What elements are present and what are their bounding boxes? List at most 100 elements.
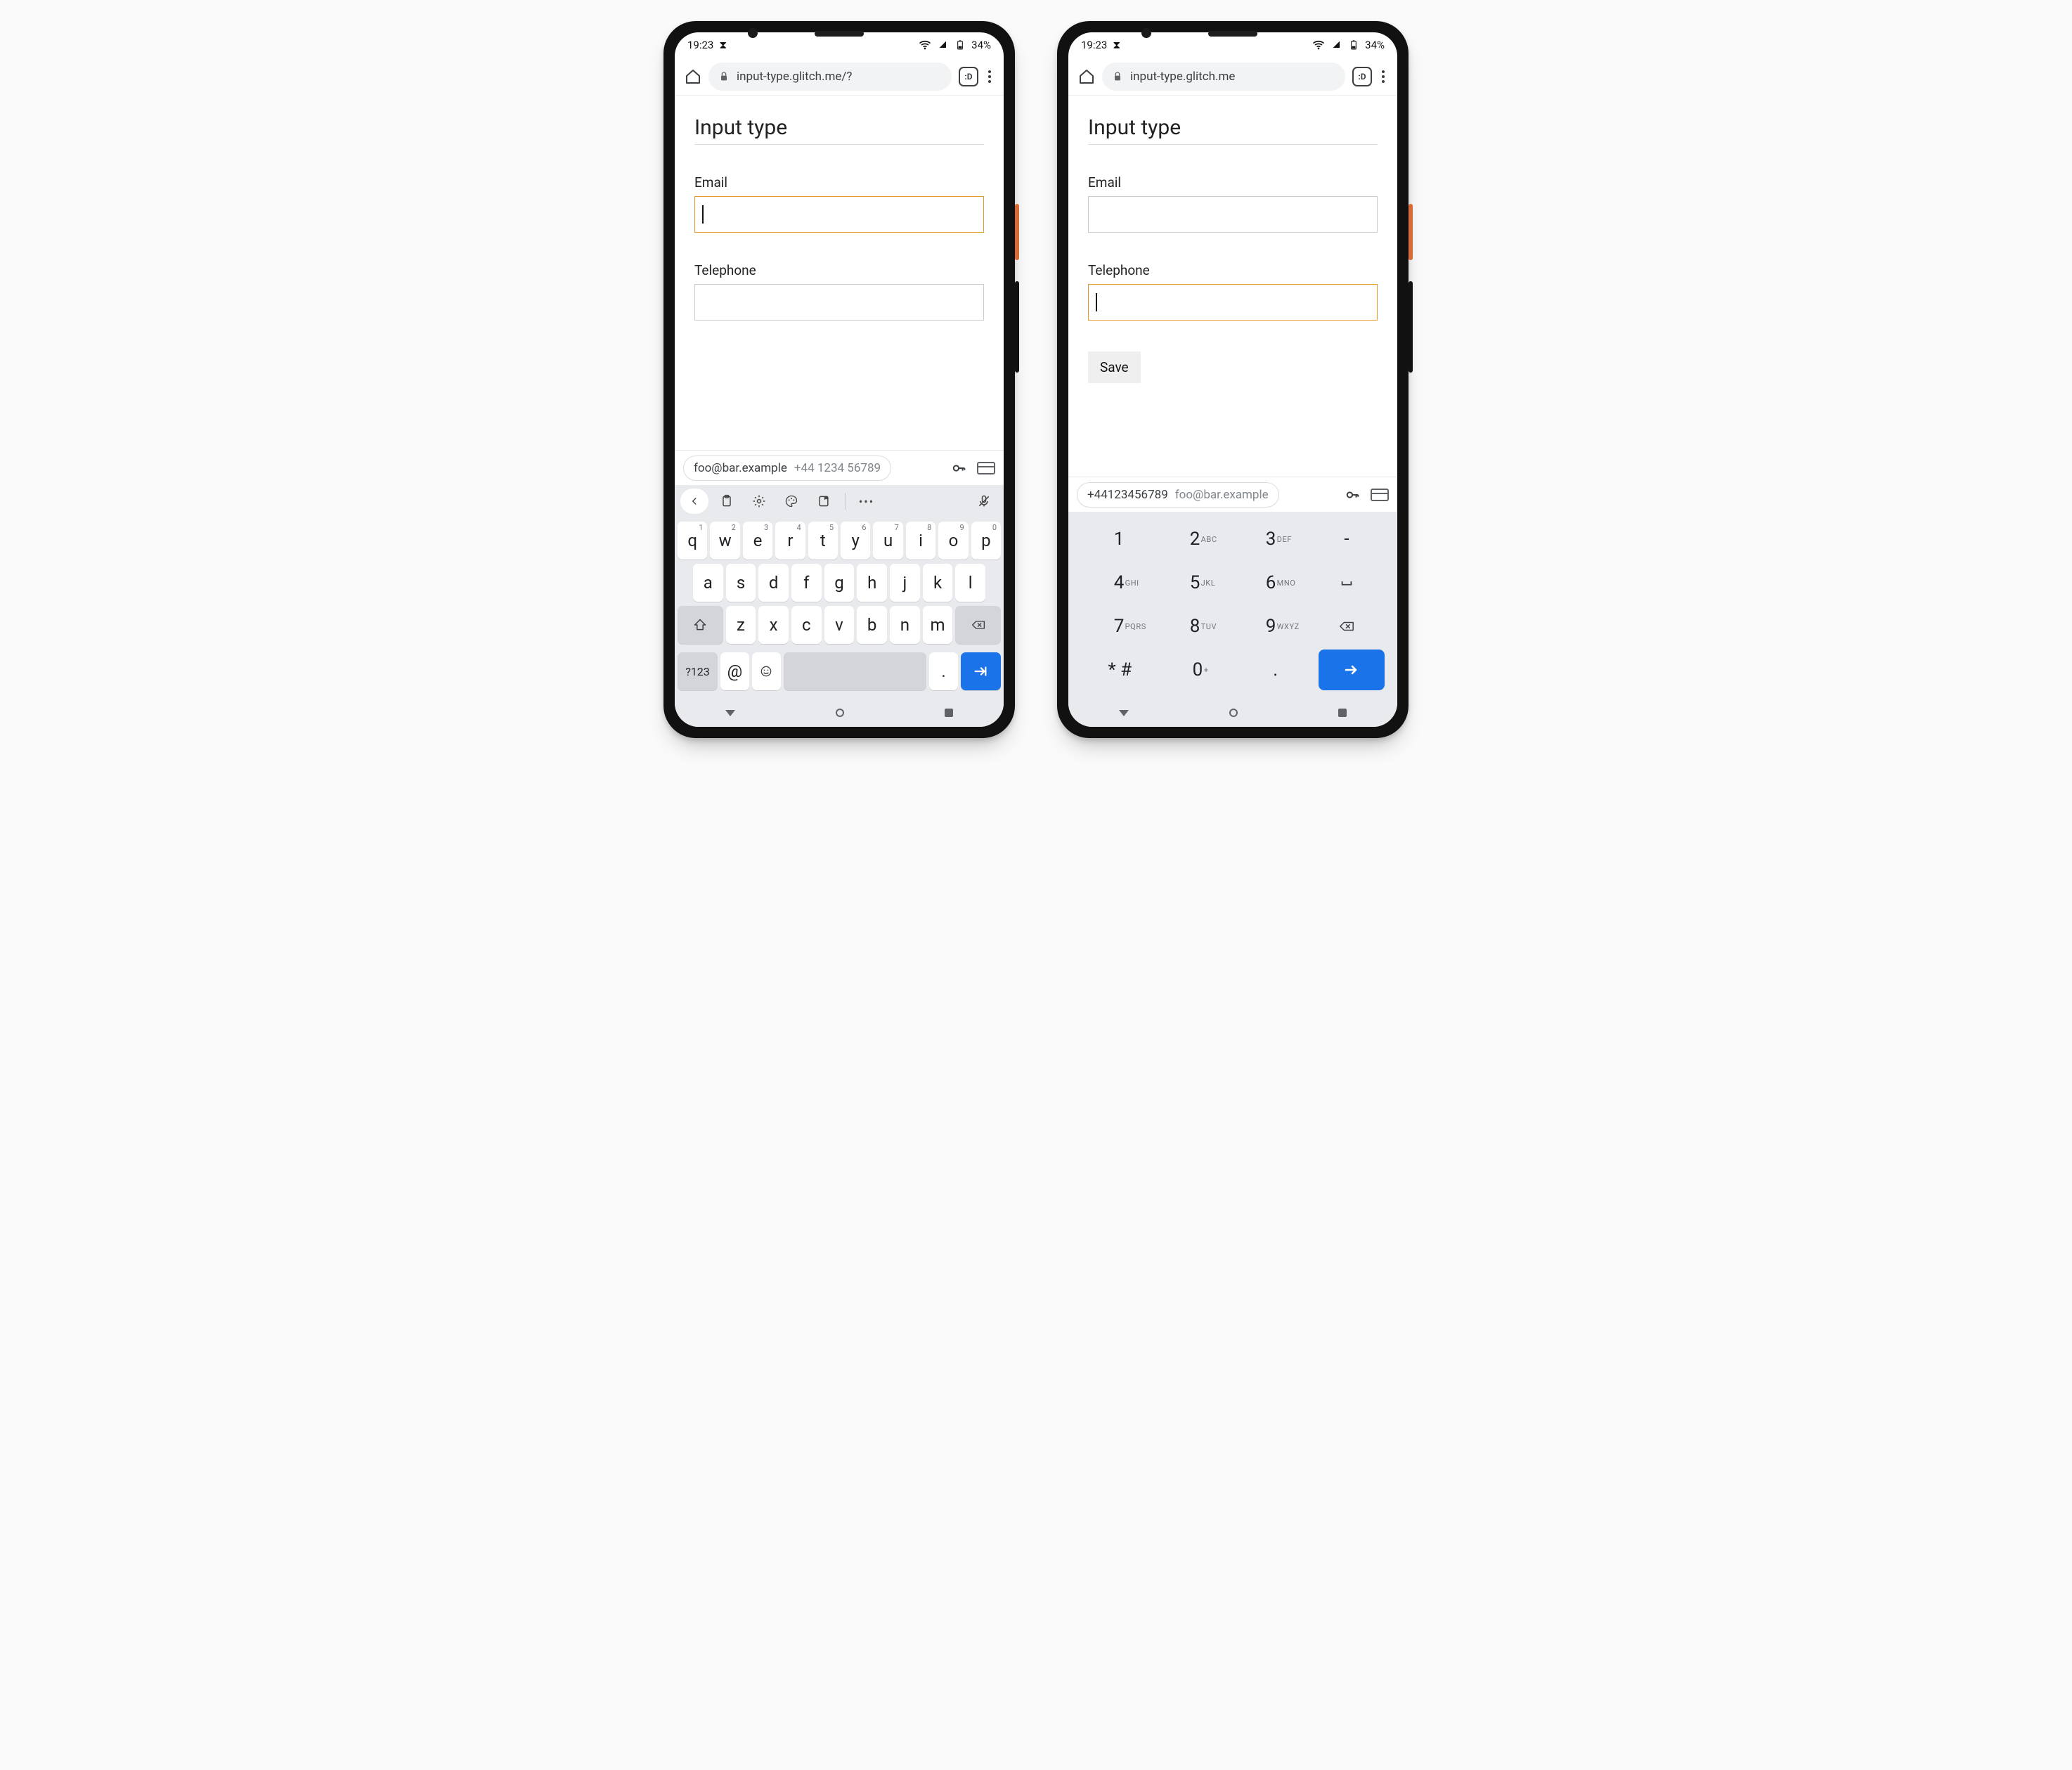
space-key[interactable] [784, 652, 927, 690]
key-t[interactable]: t5 [808, 522, 838, 560]
key-k[interactable]: k [923, 564, 953, 602]
key-r[interactable]: r4 [775, 522, 805, 560]
credit-card-icon[interactable] [1371, 489, 1389, 501]
key-s[interactable]: s [726, 564, 756, 602]
space-key[interactable] [1309, 562, 1385, 603]
chip-secondary: foo@bar.example [1175, 488, 1269, 502]
telephone-label: Telephone [694, 262, 984, 278]
save-button[interactable]: Save [1088, 351, 1141, 383]
chip-primary: +44123456789 [1087, 488, 1168, 502]
autofill-chip[interactable]: +44123456789 foo@bar.example [1077, 482, 1279, 508]
key-p[interactable]: p0 [971, 522, 1001, 560]
key-j[interactable]: j [890, 564, 920, 602]
overflow-menu-icon[interactable] [985, 67, 994, 86]
key-0[interactable]: 0+ [1159, 650, 1237, 690]
key-f[interactable]: f [791, 564, 822, 602]
enter-key[interactable] [1319, 650, 1385, 690]
key-n[interactable]: n [890, 606, 920, 644]
key-9[interactable]: 9WXYZ [1233, 606, 1309, 647]
nav-back-icon[interactable] [725, 710, 735, 716]
phone-right: 19:23 ⧗ 34% input-type.glitch.me :D Inpu… [1057, 21, 1409, 738]
nav-recent-icon[interactable] [945, 709, 953, 717]
key-v[interactable]: v [824, 606, 855, 644]
mic-off-icon[interactable] [970, 489, 998, 514]
telephone-field[interactable] [694, 284, 984, 321]
key-u[interactable]: u7 [873, 522, 902, 560]
battery-text: 34% [1365, 39, 1385, 51]
autofill-chip[interactable]: foo@bar.example +44 1234 56789 [683, 456, 891, 481]
key-c[interactable]: c [791, 606, 822, 644]
nav-back-icon[interactable] [1119, 710, 1129, 716]
key-o[interactable]: o9 [938, 522, 968, 560]
at-key[interactable]: @ [720, 652, 749, 690]
enter-key[interactable] [961, 652, 1001, 690]
gear-icon[interactable] [745, 489, 773, 514]
lock-icon [1112, 71, 1123, 82]
chip-primary: foo@bar.example [694, 461, 787, 475]
key-[interactable]: * # [1081, 650, 1159, 690]
web-page: Input type Email Telephone [675, 96, 1004, 450]
key-5[interactable]: 5JKL [1157, 562, 1233, 603]
key-8[interactable]: 8TUV [1157, 606, 1233, 647]
palette-icon[interactable] [777, 489, 805, 514]
symbols-key[interactable]: ?123 [678, 652, 718, 690]
tab-switcher-button[interactable]: :D [1352, 67, 1372, 86]
key-[interactable]: . [1236, 650, 1314, 690]
key-1[interactable]: 1 [1081, 519, 1157, 560]
key-d[interactable]: d [758, 564, 789, 602]
key-icon[interactable] [1344, 487, 1362, 503]
telephone-field[interactable] [1088, 284, 1378, 321]
credit-card-icon[interactable] [977, 462, 995, 474]
android-navbar [675, 699, 1004, 727]
key-3[interactable]: 3DEF [1233, 519, 1309, 560]
backspace-key[interactable] [1309, 606, 1385, 647]
shift-key[interactable] [678, 606, 723, 644]
key-4[interactable]: 4GHI [1081, 562, 1157, 603]
email-field[interactable] [1088, 196, 1378, 233]
backspace-key[interactable] [955, 606, 1001, 644]
key-icon[interactable] [950, 460, 969, 476]
key-g[interactable]: g [824, 564, 855, 602]
key-6[interactable]: 6MNO [1233, 562, 1309, 603]
key-y[interactable]: y6 [841, 522, 870, 560]
wifi-icon [918, 38, 932, 52]
key-w[interactable]: w2 [710, 522, 739, 560]
battery-icon [1348, 38, 1359, 52]
home-icon[interactable] [1078, 68, 1095, 85]
key-q[interactable]: q1 [678, 522, 707, 560]
key-7[interactable]: 7PQRS [1081, 606, 1157, 647]
page-title: Input type [694, 115, 984, 145]
clipboard-icon[interactable] [713, 489, 741, 514]
period-key[interactable]: . [929, 652, 958, 690]
address-bar[interactable]: input-type.glitch.me/? [708, 63, 952, 91]
browser-toolbar: input-type.glitch.me/? :D [675, 58, 1004, 96]
nav-home-icon[interactable] [1229, 709, 1238, 717]
url-text: input-type.glitch.me/? [737, 70, 852, 84]
phone-left: 19:23 ⧗ 34% input-type.glitch.me/? :D In… [663, 21, 1015, 738]
more-icon[interactable]: ••• [853, 489, 881, 514]
key-e[interactable]: e3 [743, 522, 772, 560]
key-2[interactable]: 2ABC [1157, 519, 1233, 560]
emoji-key[interactable] [752, 652, 781, 690]
key-z[interactable]: z [726, 606, 756, 644]
key-[interactable]: - [1309, 519, 1385, 560]
home-icon[interactable] [685, 68, 701, 85]
email-field[interactable] [694, 196, 984, 233]
browser-toolbar: input-type.glitch.me :D [1068, 58, 1397, 96]
nav-home-icon[interactable] [836, 709, 844, 717]
sticker-icon[interactable] [810, 489, 838, 514]
lock-icon [718, 71, 730, 82]
key-h[interactable]: h [857, 564, 887, 602]
overflow-menu-icon[interactable] [1379, 67, 1387, 86]
status-time: 19:23 [687, 39, 713, 51]
key-b[interactable]: b [857, 606, 887, 644]
key-x[interactable]: x [758, 606, 789, 644]
nav-recent-icon[interactable] [1338, 709, 1347, 717]
key-a[interactable]: a [693, 564, 723, 602]
tab-switcher-button[interactable]: :D [959, 67, 978, 86]
key-i[interactable]: i8 [906, 522, 935, 560]
address-bar[interactable]: input-type.glitch.me [1102, 63, 1345, 91]
key-l[interactable]: l [955, 564, 985, 602]
kb-back-button[interactable] [680, 489, 708, 514]
key-m[interactable]: m [923, 606, 953, 644]
